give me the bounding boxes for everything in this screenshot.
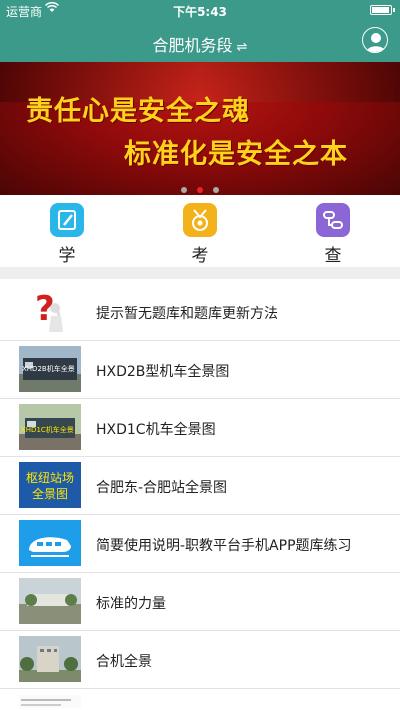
carousel-dot[interactable] xyxy=(213,187,219,193)
search-label: 查 xyxy=(324,246,342,266)
list-item[interactable]: XHD1C机车全景 HXD1C机车全景图 xyxy=(0,399,400,457)
clock: 下午5:43 xyxy=(173,5,227,19)
list-item[interactable]: 标准的力量 xyxy=(0,573,400,631)
study-button[interactable]: 学 xyxy=(37,203,97,266)
search-button[interactable]: 查 xyxy=(303,203,363,266)
banner-carousel[interactable]: 责任心是安全之魂 标准化是安全之本 xyxy=(0,62,400,195)
thumb-caption: XHD2B机车全景 xyxy=(22,364,75,373)
thumb-caption: XHD1C机车全景 xyxy=(21,425,74,434)
study-label: 学 xyxy=(58,246,76,266)
locomotive-photo: XHD1C机车全景 xyxy=(19,404,81,450)
list-item-title: 合肥东-合肥站全景图 xyxy=(96,480,228,496)
exam-label: 考 xyxy=(191,246,209,266)
switch-icon: ⇌ xyxy=(236,40,248,55)
quick-actions: 学 考 查 xyxy=(0,195,400,267)
thumb-caption-1: 枢纽站场 xyxy=(26,470,74,485)
banner-slogan-1: 责任心是安全之魂 xyxy=(26,96,250,127)
exam-medal-icon xyxy=(183,203,217,237)
status-bar: 运营商 下午5:43 xyxy=(0,0,400,20)
page-title: 合肥机务段 xyxy=(152,36,233,55)
profile-button[interactable] xyxy=(362,27,388,53)
carousel-dot[interactable] xyxy=(197,187,203,193)
thumb-caption-2: 全景图 xyxy=(32,486,68,501)
study-pencil-icon xyxy=(50,203,84,237)
search-flow-icon xyxy=(316,203,350,237)
battery-icon xyxy=(370,5,395,15)
carousel-indicator xyxy=(0,178,400,195)
locomotive-photo: XHD2B机车全景 xyxy=(19,346,81,392)
exam-button[interactable]: 考 xyxy=(170,203,230,266)
list-item-title: 简要使用说明-职教平台手机APP题库练习 xyxy=(96,538,352,554)
list-item-title: 提示暂无题库和题库更新方法 xyxy=(96,306,278,322)
list-item-title: 标准的力量 xyxy=(96,596,166,612)
list-item[interactable]: ? 提示暂无题库和题库更新方法 xyxy=(0,283,400,341)
depot-switcher[interactable]: 合肥机务段 ⇌ xyxy=(0,32,400,56)
document-snippet xyxy=(19,694,81,708)
app-header: 运营商 下午5:43 合肥机务段 ⇌ xyxy=(0,0,400,62)
question-mark-figure: ? xyxy=(19,288,81,334)
section-divider xyxy=(0,267,400,279)
carousel-dot[interactable] xyxy=(181,187,187,193)
banner-slogan-2: 标准化是安全之本 xyxy=(124,139,348,170)
list-item-title: HXD1C机车全景图 xyxy=(96,422,216,438)
article-list: ? 提示暂无题库和题库更新方法 XHD2B机车全景 HXD2B型机车全景图 XH… xyxy=(0,283,400,709)
station-label: 枢纽站场 全景图 xyxy=(19,462,81,508)
list-item[interactable]: XHD2B机车全景 HXD2B型机车全景图 xyxy=(0,341,400,399)
building-photo xyxy=(19,636,81,682)
list-item-title: 合机全景 xyxy=(96,654,152,670)
list-item[interactable]: 枢纽站场 全景图 合肥东-合肥站全景图 xyxy=(0,457,400,515)
list-item[interactable]: 合机全景 xyxy=(0,631,400,689)
list-item[interactable]: 简要使用说明-职教平台手机APP题库练习 xyxy=(0,515,400,573)
list-item[interactable] xyxy=(0,689,400,709)
depot-photo xyxy=(19,578,81,624)
train-icon xyxy=(19,520,81,566)
list-item-title: HXD2B型机车全景图 xyxy=(96,364,230,380)
